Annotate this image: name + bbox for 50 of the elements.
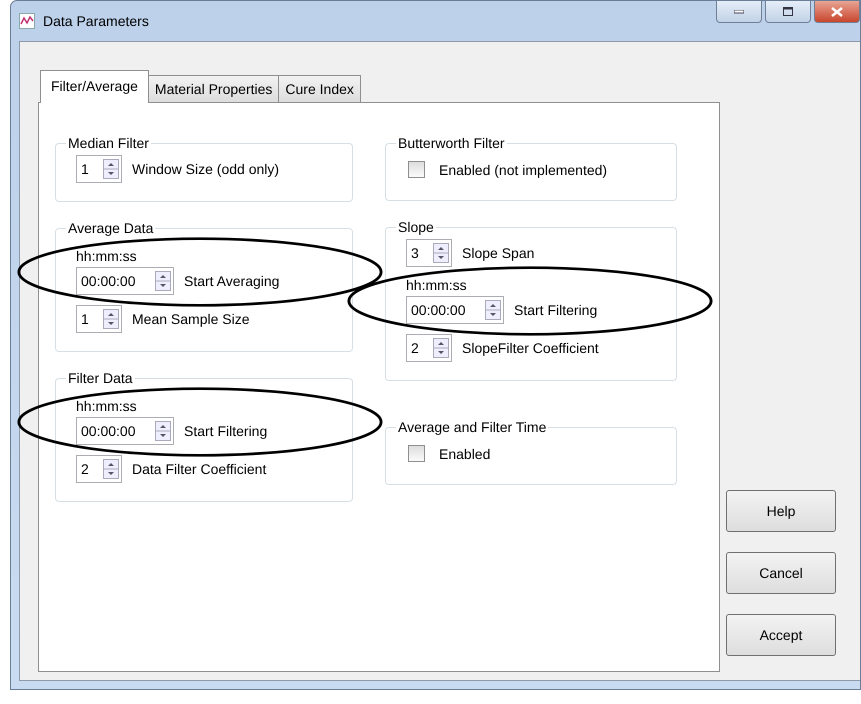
checkbox-label: Enabled (not implemented) <box>439 162 608 178</box>
checkbox-label: Enabled <box>439 446 490 462</box>
group-title: Average Data <box>67 220 154 236</box>
spin-arrows-icon <box>103 459 119 479</box>
dialog-button[interactable]: Help <box>726 490 836 532</box>
spin-arrows-icon <box>155 421 171 441</box>
spin-arrows-icon <box>433 243 449 263</box>
field-label: SlopeFilter Coefficient <box>462 340 599 356</box>
spin-box[interactable]: 00:00:00 <box>76 267 174 295</box>
dialog-button[interactable]: Accept <box>726 614 836 656</box>
field-label: Start Filtering <box>514 302 598 318</box>
field-label: Mean Sample Size <box>132 311 250 327</box>
field-label: Slope Span <box>462 245 534 261</box>
time-format-label: hh:mm:ss <box>76 248 138 264</box>
maximize-icon <box>783 7 793 16</box>
field-label: Start Filtering <box>184 423 268 439</box>
group-title: Slope <box>397 219 435 235</box>
spin-arrows-icon <box>103 159 119 179</box>
spin-box[interactable]: 3 <box>406 239 452 267</box>
tab[interactable]: Filter/Average <box>40 70 149 103</box>
time-format-label: hh:mm:ss <box>76 398 138 414</box>
field-label: Data Filter Coefficient <box>132 461 266 477</box>
window-title: Data Parameters <box>43 13 149 29</box>
close-icon <box>831 6 843 16</box>
tab[interactable]: Material Properties <box>148 75 280 102</box>
minimize-icon <box>734 10 744 14</box>
checkbox[interactable] <box>408 445 425 462</box>
dialog-button[interactable]: Cancel <box>726 552 836 594</box>
spin-box[interactable]: 00:00:00 <box>406 296 504 324</box>
spin-box[interactable]: 2 <box>76 455 122 483</box>
spin-arrows-icon <box>103 309 119 329</box>
checkbox[interactable] <box>408 161 425 178</box>
group-title: Butterworth Filter <box>397 135 506 151</box>
close-button[interactable] <box>814 1 860 23</box>
maximize-button[interactable] <box>765 1 811 23</box>
spin-arrows-icon <box>485 300 501 320</box>
spin-box[interactable]: 2 <box>406 334 452 362</box>
group-title: Filter Data <box>67 370 134 386</box>
spin-arrows-icon <box>433 338 449 358</box>
group-title: Average and Filter Time <box>397 419 548 435</box>
chart-icon <box>19 13 35 29</box>
spin-box[interactable]: 1 <box>76 155 122 183</box>
spin-arrows-icon <box>155 271 171 291</box>
tab[interactable]: Cure Index <box>278 75 361 102</box>
field-label: Window Size (odd only) <box>132 161 280 177</box>
spin-box[interactable]: 00:00:00 <box>76 417 174 445</box>
group-title: Median Filter <box>67 135 150 151</box>
spin-box[interactable]: 1 <box>76 305 122 333</box>
field-label: Start Averaging <box>184 273 280 289</box>
time-format-label: hh:mm:ss <box>406 277 468 293</box>
